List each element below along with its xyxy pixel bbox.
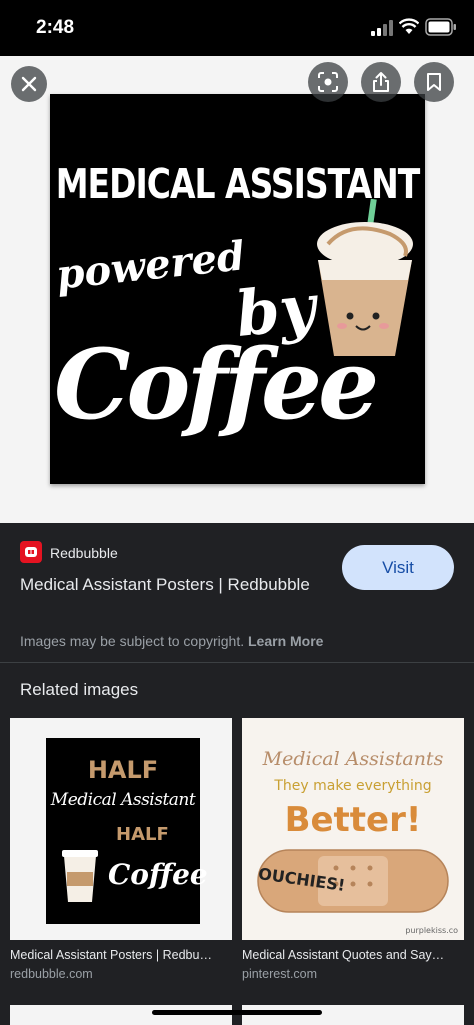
thumb-text-half: HALF <box>87 756 159 784</box>
related-thumbnail[interactable]: Medical Assistants They make everything … <box>242 718 464 940</box>
iced-coffee-illustration <box>317 198 413 356</box>
lens-icon <box>318 72 338 92</box>
google-lens-button[interactable] <box>308 62 348 102</box>
related-image-title[interactable]: Medical Assistant Quotes and Say… <box>242 948 464 962</box>
related-image-card[interactable]: Medical Assistants They make everything … <box>242 718 464 981</box>
battery-icon <box>425 18 456 36</box>
close-button[interactable] <box>11 66 47 102</box>
status-bar: 2:48 <box>0 0 474 56</box>
next-row-thumbnail[interactable] <box>10 1005 232 1025</box>
learn-more-link[interactable]: Learn More <box>248 633 323 649</box>
source-name[interactable]: Redbubble <box>50 545 118 561</box>
share-button[interactable] <box>361 62 401 102</box>
next-row-thumbnail[interactable] <box>242 1005 464 1025</box>
thumb-text-better: Better! <box>284 800 422 840</box>
divider <box>0 662 474 663</box>
share-icon <box>373 72 389 92</box>
status-time: 2:48 <box>36 17 75 38</box>
thumb-text-medical-assistants: Medical Assistants <box>262 748 444 770</box>
thumb-text-medical-assistant: Medical Assistant <box>50 790 196 810</box>
related-image-source: redbubble.com <box>10 967 93 981</box>
copyright-text: Images may be subject to copyright. <box>20 633 245 649</box>
related-image-card[interactable]: HALF Medical Assistant HALF Coffee Medic… <box>10 718 232 981</box>
visit-button[interactable]: Visit <box>342 545 454 590</box>
save-button[interactable] <box>414 62 454 102</box>
home-indicator[interactable] <box>152 1010 322 1015</box>
image-viewer[interactable]: MEDICAL ASSISTANT powered by Coffee <box>0 56 474 523</box>
close-icon <box>21 76 37 92</box>
wifi-icon <box>399 18 419 34</box>
copyright-notice: Images may be subject to copyright. Lear… <box>20 633 323 649</box>
redbubble-logo-icon <box>20 541 42 563</box>
related-images-heading: Related images <box>20 680 139 699</box>
bookmark-icon <box>427 73 441 91</box>
poster-image[interactable]: MEDICAL ASSISTANT powered by Coffee <box>50 94 425 484</box>
related-image-title[interactable]: Medical Assistant Posters | Redbu… <box>10 948 232 962</box>
thumb-watermark: purplekiss.co <box>405 926 458 935</box>
thumb-text-half-2: HALF <box>116 824 169 845</box>
coffee-cup-icon <box>62 850 98 902</box>
related-thumbnail[interactable]: HALF Medical Assistant HALF Coffee <box>10 718 232 940</box>
cellular-signal-icon <box>371 20 393 36</box>
thumb-text-they-make: They make everything <box>274 778 432 794</box>
related-image-source: pinterest.com <box>242 967 318 981</box>
thumbnail-poster: HALF Medical Assistant HALF Coffee <box>46 738 208 924</box>
result-title[interactable]: Medical Assistant Posters | Redbubble <box>20 572 320 598</box>
thumb-text-coffee: Coffee <box>108 858 208 891</box>
